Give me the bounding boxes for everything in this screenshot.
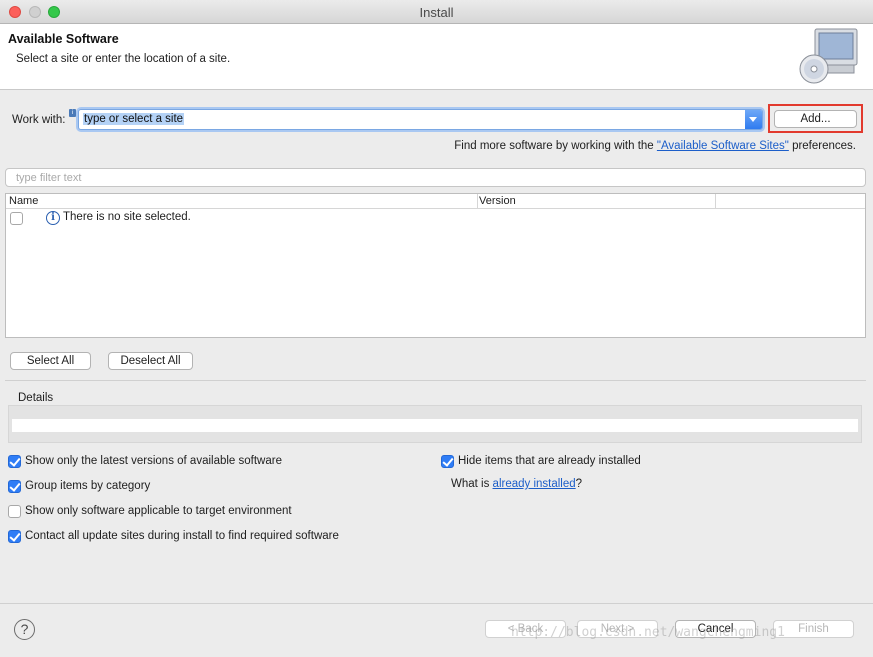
available-software-sites-link[interactable]: "Available Software Sites"	[657, 140, 789, 152]
details-label: Details	[18, 392, 54, 404]
what-is-suffix: ?	[575, 478, 583, 490]
add-site-button[interactable]: Add...	[774, 110, 857, 128]
group-by-category-checkbox[interactable]	[8, 480, 21, 493]
chevron-down-icon[interactable]	[745, 110, 762, 129]
software-table[interactable]: Name Version i There is no site selected…	[5, 193, 866, 338]
info-icon: i	[46, 211, 60, 225]
footer-divider	[0, 603, 873, 604]
target-environment-label: Show only software applicable to target …	[25, 505, 292, 517]
hide-installed-label: Hide items that are already installed	[458, 455, 641, 467]
work-with-input[interactable]: type or select a site	[83, 113, 185, 125]
latest-versions-label: Show only the latest versions of availab…	[25, 455, 282, 467]
column-separator	[715, 194, 716, 208]
contact-update-sites-checkbox[interactable]	[8, 530, 21, 543]
hide-installed-checkbox[interactable]	[441, 455, 454, 468]
page-title: Available Software	[8, 32, 119, 46]
work-with-combo[interactable]: type or select a site	[78, 109, 763, 130]
details-panel	[8, 405, 862, 443]
filter-placeholder: type filter text	[16, 172, 82, 184]
already-installed-link[interactable]: already installed	[493, 478, 576, 490]
section-divider	[5, 380, 866, 381]
find-more-suffix: preferences.	[792, 140, 856, 152]
deselect-all-button[interactable]: Deselect All	[108, 352, 193, 370]
watermark-text: http://blog.csdn.net/wangchengming1	[511, 625, 785, 640]
select-all-button[interactable]: Select All	[10, 352, 91, 370]
help-icon[interactable]: ?	[14, 619, 35, 640]
finish-button[interactable]: Finish	[773, 620, 854, 638]
wizard-header: Available Software Select a site or ente…	[0, 24, 873, 90]
what-is-installed-text: What is already installed?	[451, 478, 582, 490]
group-by-category-label: Group items by category	[25, 480, 151, 492]
column-header-name[interactable]: Name	[9, 194, 38, 209]
page-subtitle: Select a site or enter the location of a…	[16, 53, 231, 65]
table-row[interactable]: i There is no site selected.	[6, 210, 865, 228]
row-checkbox[interactable]	[10, 212, 23, 225]
table-header: Name Version	[6, 194, 865, 209]
contact-update-sites-label: Contact all update sites during install …	[25, 530, 339, 542]
find-more-prefix: Find more software by working with the	[454, 140, 654, 152]
latest-versions-checkbox[interactable]	[8, 455, 21, 468]
column-header-version[interactable]: Version	[477, 194, 516, 209]
window-title: Install	[419, 5, 454, 20]
title-bar: Install	[0, 0, 873, 24]
row-text: There is no site selected.	[63, 211, 191, 223]
filter-input[interactable]: type filter text	[5, 168, 866, 187]
monitor-cd-icon	[799, 28, 858, 84]
details-text-area	[12, 419, 858, 432]
info-decoration-icon: i	[69, 109, 76, 117]
target-environment-checkbox[interactable]	[8, 505, 21, 518]
find-more-text: Find more software by working with the "…	[454, 140, 856, 152]
work-with-label: Work with:	[12, 114, 66, 126]
what-is-prefix: What is	[451, 478, 490, 490]
